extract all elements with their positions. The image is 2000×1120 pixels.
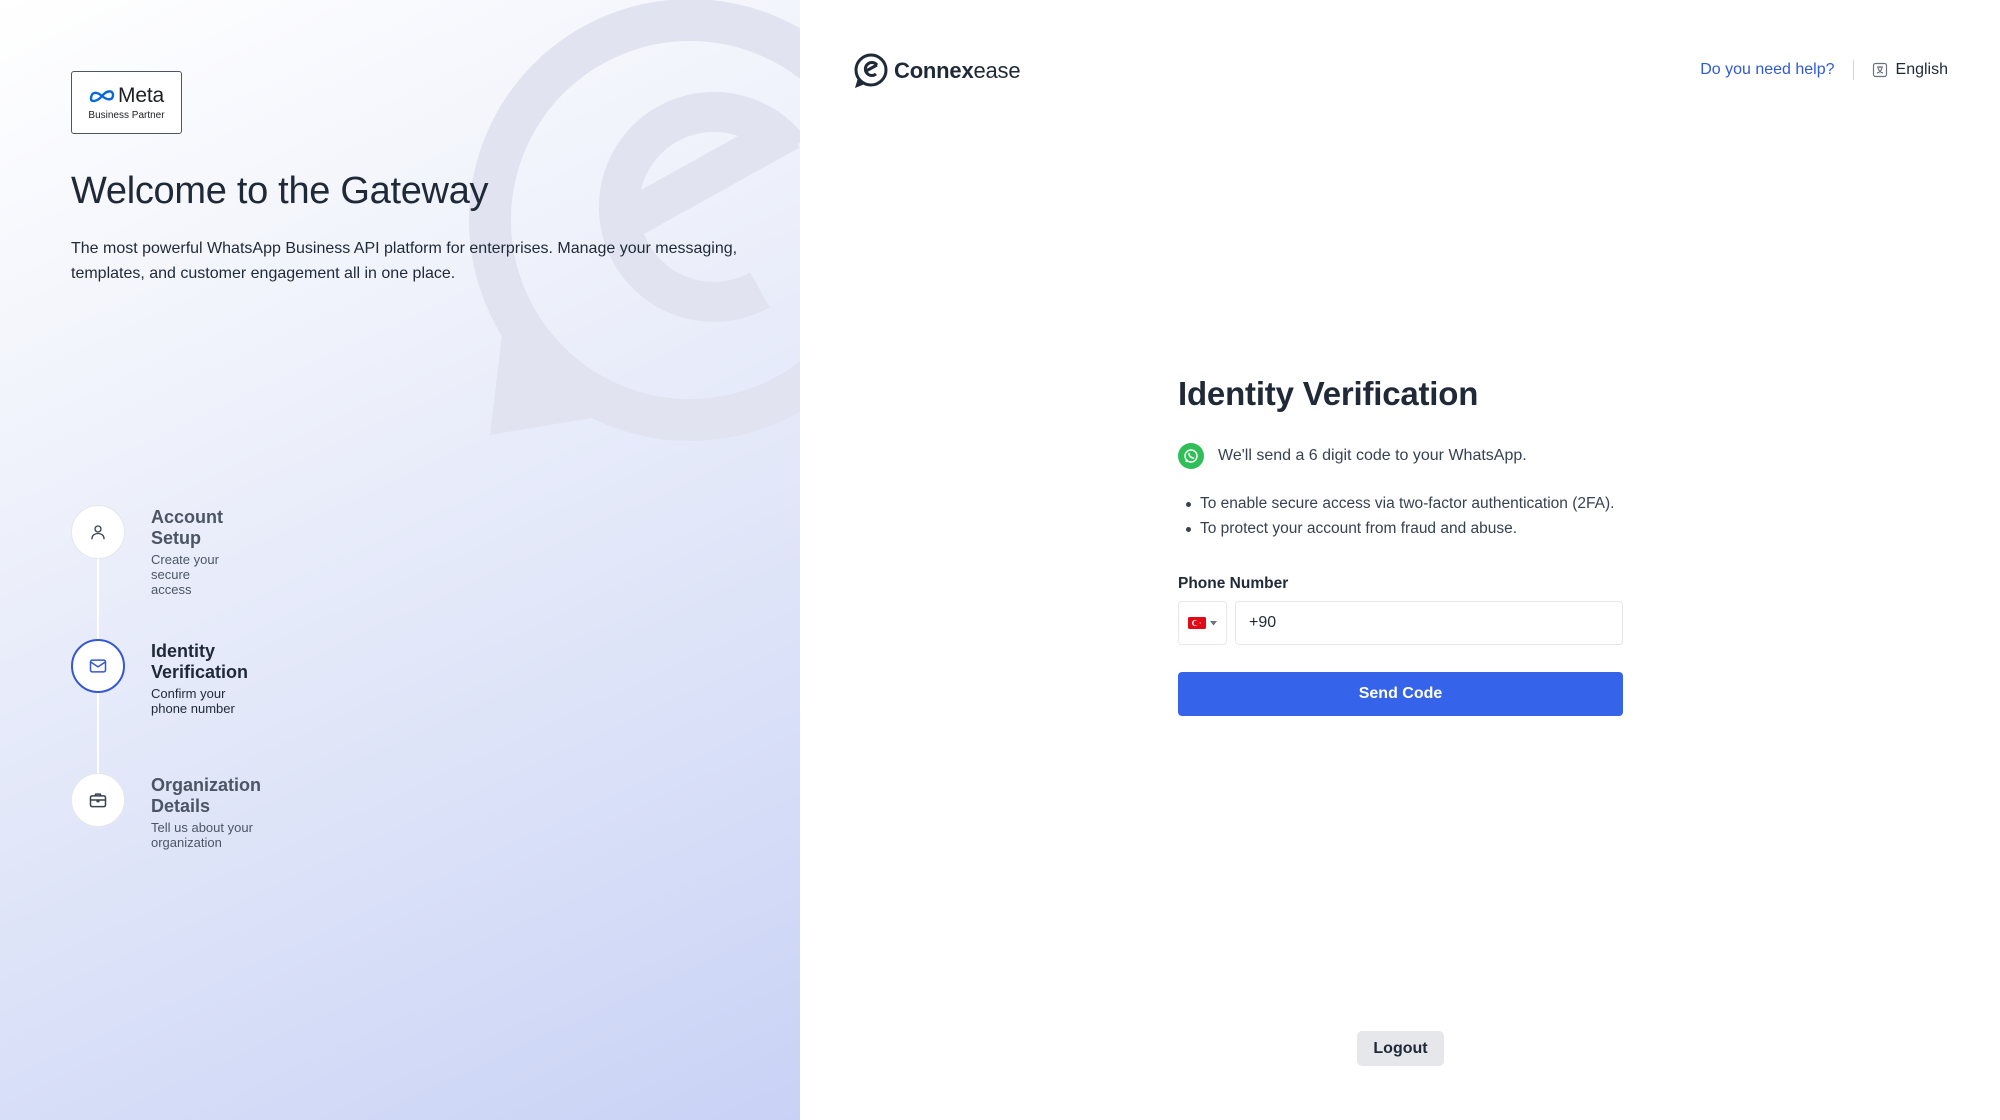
step-identity-verification: Identity Verification Confirm your phone… [71,639,248,716]
list-item: To protect your account from fraud and a… [1186,516,1623,541]
connexease-logo-icon [854,53,888,88]
nav-divider [1852,60,1854,80]
country-code-select[interactable] [1178,601,1227,645]
whatsapp-icon [1178,443,1204,469]
meta-badge-subtitle: Business Partner [88,110,165,121]
step-title: Identity Verification [151,641,249,682]
verification-reasons: To enable secure access via two-factor a… [1178,491,1623,541]
meta-brand-text: Meta [118,84,164,107]
chevron-down-icon [1210,620,1217,625]
step-subtitle: Confirm your phone number [151,686,235,716]
list-item: To enable secure access via two-factor a… [1186,491,1623,516]
user-icon [91,525,105,540]
welcome-title: Welcome to the Gateway [71,170,489,212]
step-title: Account Setup [151,507,223,548]
left-panel: Meta Business Partner Welcome to the Gat… [0,0,800,1120]
language-label: English [1895,61,1948,78]
meta-business-partner-badge: Meta Business Partner [71,71,182,134]
step-organization-details: Organization Details Tell us about your … [71,773,261,850]
step-account-setup: Account Setup Create your secure access [71,505,223,597]
help-link[interactable]: Do you need help? [1700,61,1834,79]
turkey-flag-icon [1188,617,1206,629]
step-circle [71,505,125,559]
top-right-nav: Do you need help? English [1700,60,1948,80]
language-selector[interactable]: English [1872,61,1948,79]
step-subtitle: Create your secure access [151,552,219,597]
brand-name: Connexease [894,58,1021,84]
whatsapp-note-text: We'll send a 6 digit code to your WhatsA… [1218,447,1527,464]
step-title: Organization Details [151,775,262,816]
connexease-watermark-icon [469,0,800,441]
meta-logo-icon [89,90,115,103]
step-subtitle: Tell us about your organization [151,820,253,850]
whatsapp-note: We'll send a 6 digit code to your WhatsA… [1178,443,1623,469]
send-code-button[interactable]: Send Code [1178,672,1623,716]
briefcase-icon [89,793,107,808]
translate-icon [1872,62,1887,78]
verification-title: Identity Verification [1178,375,1479,412]
brand-name-light: ease [973,58,1021,83]
brand-name-bold: Connex [894,58,974,83]
welcome-description: The most powerful WhatsApp Business API … [71,240,738,282]
phone-input-row [1178,601,1623,645]
connexease-logo: Connexease [852,52,1021,90]
phone-number-input[interactable] [1235,601,1623,645]
phone-number-label: Phone Number [1178,575,1289,592]
step-circle [71,773,125,827]
verification-form: Identity Verification We'll send a 6 dig… [1178,375,1623,716]
logout-button[interactable]: Logout [1357,1031,1444,1066]
step-circle-active [71,639,125,693]
mail-icon [89,659,107,673]
